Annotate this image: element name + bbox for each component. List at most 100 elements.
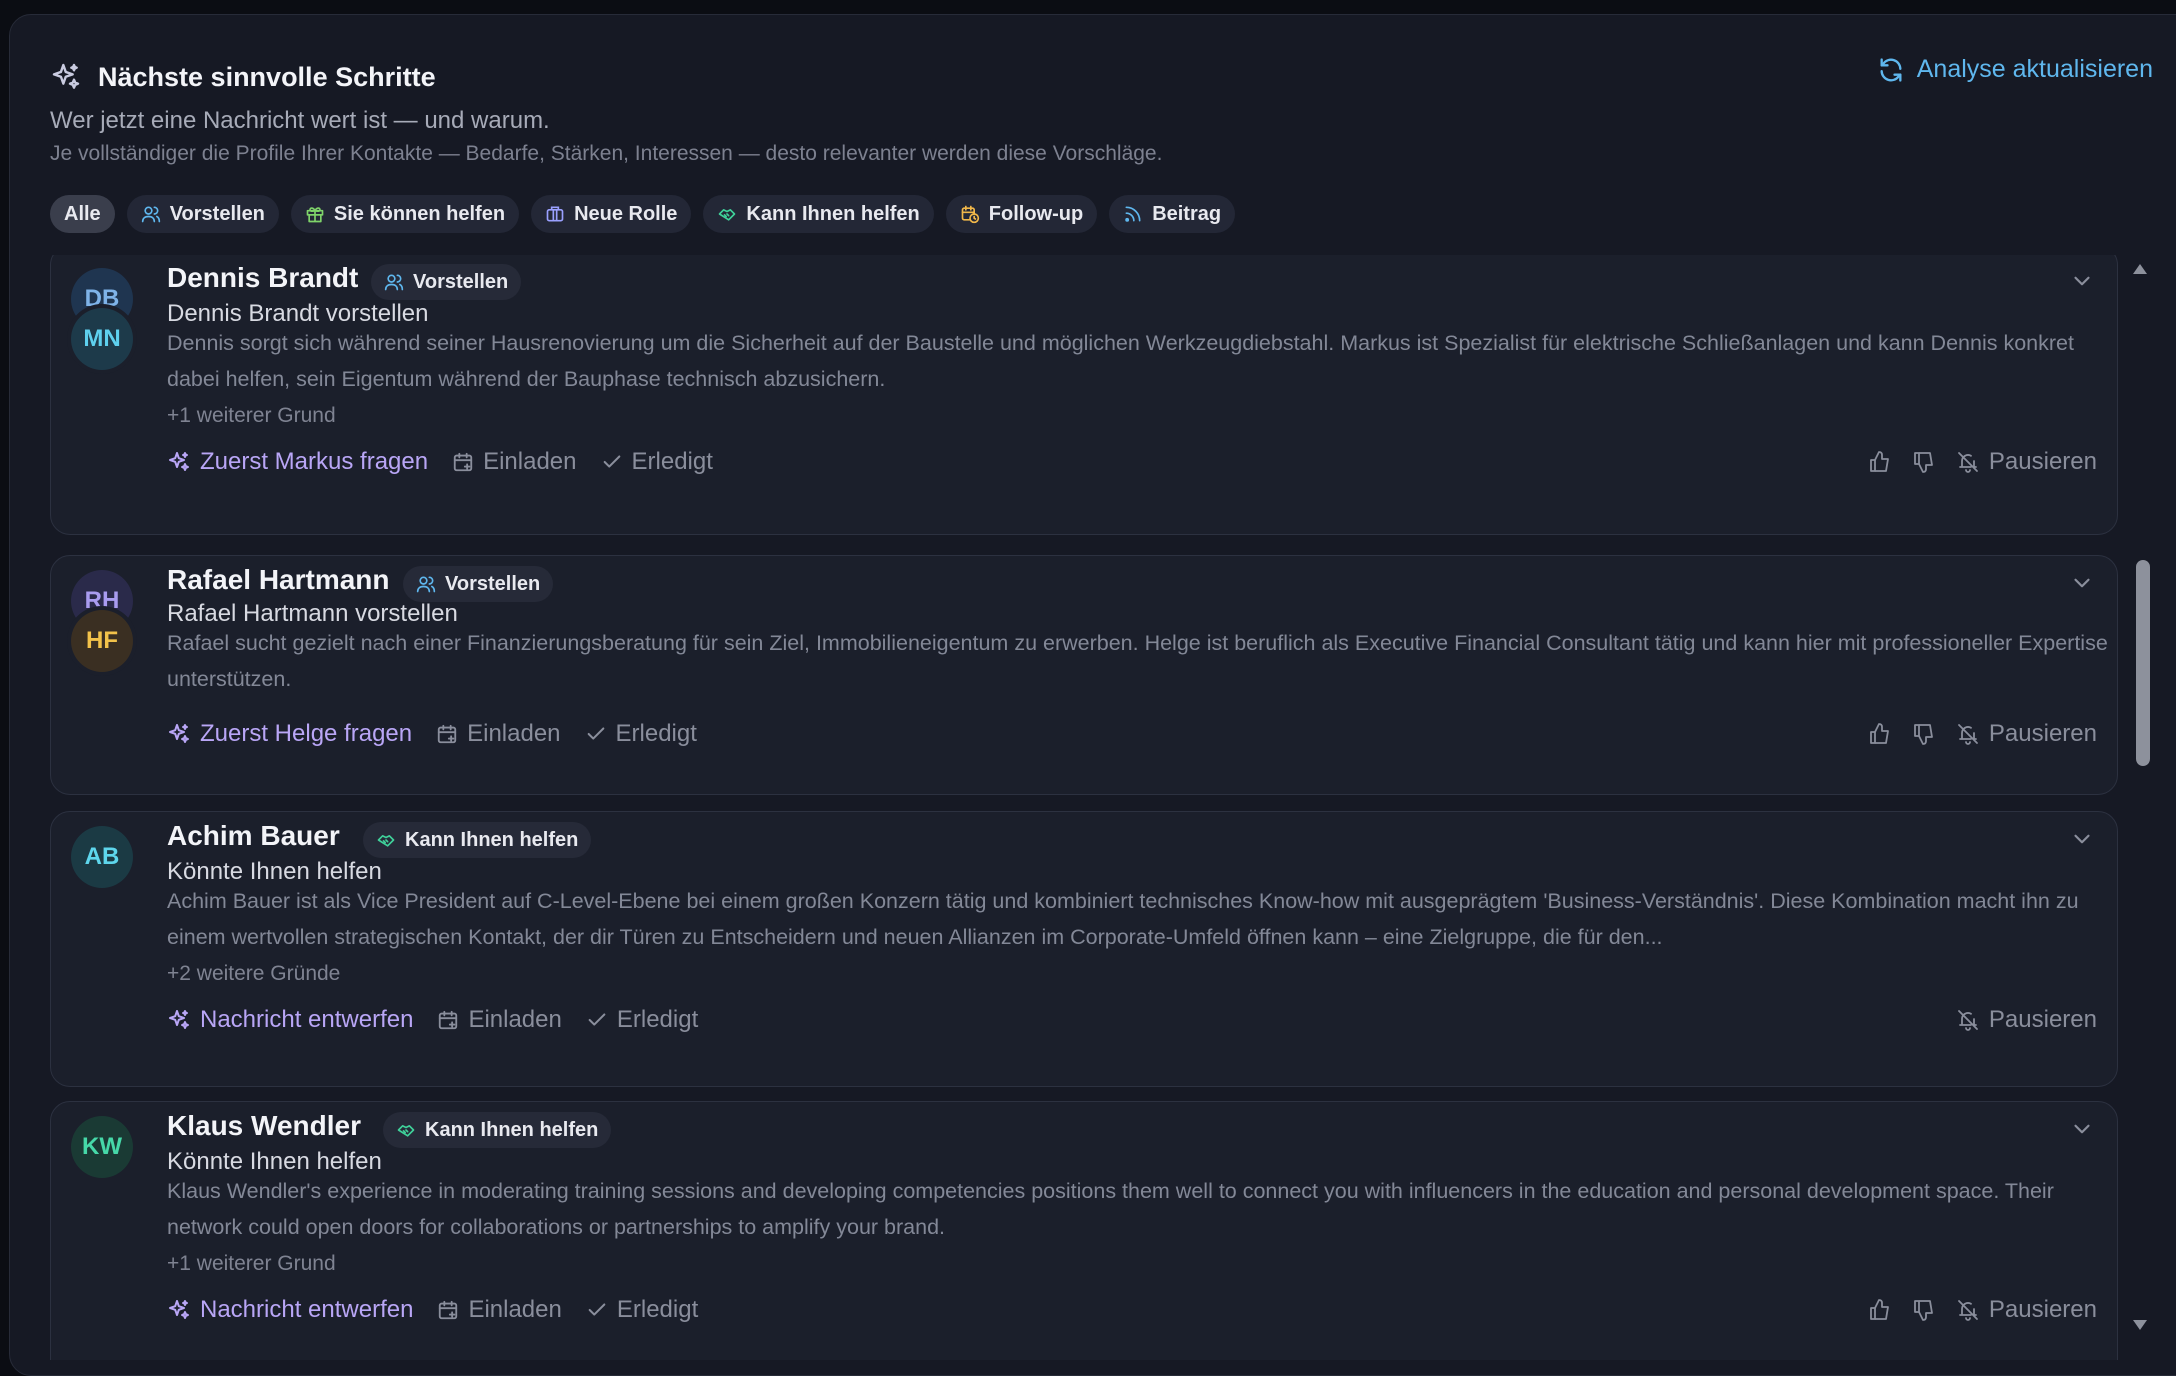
more-reasons-link[interactable]: +1 weiterer Grund bbox=[167, 404, 336, 428]
thumbs-up-icon[interactable] bbox=[1868, 450, 1892, 474]
sparkles-icon bbox=[167, 1008, 191, 1032]
suggestion-card[interactable]: DB MN Dennis Brandt Vorstellen Dennis Brandt… bbox=[50, 255, 2118, 535]
done-button[interactable]: Erledigt bbox=[586, 1296, 698, 1324]
refresh-icon bbox=[1877, 56, 1905, 84]
bell-off-icon bbox=[1956, 450, 1980, 474]
expand-chevron-icon[interactable] bbox=[2069, 268, 2095, 294]
suggestion-subtitle: Rafael Hartmann vorstellen bbox=[167, 600, 458, 627]
panel-subtitle: Wer jetzt eine Nachricht wert ist — und … bbox=[50, 107, 550, 134]
bell-off-icon bbox=[1956, 1298, 1980, 1322]
avatar-initials: MN bbox=[83, 325, 121, 352]
primary-action-label: Nachricht entwerfen bbox=[200, 1296, 414, 1323]
suggestion-card[interactable]: RH HF Rafael Hartmann Vorstellen Rafael Hart… bbox=[50, 555, 2118, 795]
primary-action-label: Zuerst Markus fragen bbox=[200, 448, 429, 475]
thumbs-down-icon[interactable] bbox=[1912, 722, 1936, 746]
more-reasons-link[interactable]: +1 weiterer Grund bbox=[167, 1252, 336, 1276]
filter-chip-vorstellen[interactable]: Vorstellen bbox=[126, 195, 279, 233]
suggestion-card[interactable]: AB Achim Bauer Kann Ihnen helfen Könnte Ihn… bbox=[50, 811, 2118, 1087]
done-button[interactable]: Erledigt bbox=[586, 1006, 698, 1034]
refresh-label: Analyse aktualisieren bbox=[1916, 55, 2153, 83]
calendar-plus-icon bbox=[437, 1009, 459, 1031]
avatar: KW bbox=[71, 1116, 133, 1178]
users-icon bbox=[141, 204, 161, 224]
invite-button[interactable]: Einladen bbox=[437, 1006, 562, 1034]
reason-tag-label: Vorstellen bbox=[413, 270, 509, 293]
thumbs-down-icon[interactable] bbox=[1912, 450, 1936, 474]
done-label: Erledigt bbox=[631, 448, 713, 475]
filter-chips: Alle Vorstellen Sie können helfen Neue Roll… bbox=[50, 195, 1236, 233]
pause-button[interactable]: Pausieren bbox=[1956, 720, 2097, 748]
bell-off-icon bbox=[1956, 722, 1980, 746]
filter-chip-label: Follow-up bbox=[988, 202, 1084, 225]
pause-button[interactable]: Pausieren bbox=[1956, 448, 2097, 476]
more-reasons-link[interactable]: +2 weitere Gründe bbox=[167, 962, 340, 986]
scrollbar-track[interactable] bbox=[2128, 252, 2150, 1342]
pause-button[interactable]: Pausieren bbox=[1956, 1296, 2097, 1324]
done-label: Erledigt bbox=[615, 720, 697, 747]
suggestion-subtitle: Könnte Ihnen helfen bbox=[167, 858, 382, 885]
expand-chevron-icon[interactable] bbox=[2069, 570, 2095, 596]
suggestion-description: Achim Bauer ist als Vice President auf C… bbox=[167, 889, 2079, 949]
scrollbar-thumb[interactable] bbox=[2136, 560, 2150, 766]
pause-label: Pausieren bbox=[1988, 448, 2097, 475]
contact-name: Achim Bauer bbox=[167, 820, 340, 851]
filter-chip-kann-ihnen-helfen[interactable]: Kann Ihnen helfen bbox=[703, 195, 934, 233]
avatar: MN bbox=[71, 308, 133, 370]
refresh-analysis-button[interactable]: Analyse aktualisieren bbox=[1877, 55, 2153, 84]
filter-chip-follow-up[interactable]: Follow-up bbox=[945, 195, 1098, 233]
primary-action-button[interactable]: Nachricht entwerfen bbox=[167, 1296, 413, 1324]
suggestion-description: Rafael sucht gezielt nach einer Finanzie… bbox=[167, 631, 2108, 691]
thumbs-up-icon[interactable] bbox=[1868, 1298, 1892, 1322]
avatar-initials: HF bbox=[86, 627, 118, 654]
users-icon bbox=[416, 574, 436, 594]
calendar-plus-icon bbox=[437, 1299, 459, 1321]
pause-label: Pausieren bbox=[1988, 1006, 2097, 1033]
check-icon bbox=[586, 1009, 608, 1031]
filter-chip-label: Vorstellen bbox=[169, 202, 265, 225]
panel-header: Nächste sinnvolle Schritte bbox=[50, 61, 436, 93]
done-button[interactable]: Erledigt bbox=[601, 448, 713, 476]
suggestion-card[interactable]: KW Klaus Wendler Kann Ihnen helfen Könnte I… bbox=[50, 1101, 2118, 1360]
filter-chip-neue-rolle[interactable]: Neue Rolle bbox=[531, 195, 692, 233]
next-steps-panel: Nächste sinnvolle Schritte Analyse aktua… bbox=[9, 14, 2176, 1376]
bell-off-icon bbox=[1956, 1008, 1980, 1032]
pause-label: Pausieren bbox=[1988, 720, 2097, 747]
panel-title: Nächste sinnvolle Schritte bbox=[98, 61, 436, 92]
card-actions: Zuerst Helge fragen Einladen Erledigt bbox=[167, 720, 697, 748]
users-icon bbox=[384, 272, 404, 292]
invite-button[interactable]: Einladen bbox=[437, 1296, 562, 1324]
pause-button[interactable]: Pausieren bbox=[1956, 1006, 2097, 1034]
card-actions: Nachricht entwerfen Einladen Erledigt bbox=[167, 1296, 698, 1324]
filter-chip-sie-können-helfen[interactable]: Sie können helfen bbox=[290, 195, 520, 233]
contact-name: Rafael Hartmann bbox=[167, 564, 390, 595]
primary-action-button[interactable]: Zuerst Markus fragen bbox=[167, 448, 428, 476]
avatar-initials: KW bbox=[82, 1133, 122, 1160]
invite-label: Einladen bbox=[468, 1006, 562, 1033]
filter-chip-alle[interactable]: Alle bbox=[50, 195, 115, 233]
sparkles-icon bbox=[167, 1298, 191, 1322]
invite-button[interactable]: Einladen bbox=[452, 448, 577, 476]
filter-chip-beitrag[interactable]: Beitrag bbox=[1109, 195, 1236, 233]
card-feedback: Pausieren bbox=[1956, 1006, 2097, 1034]
handshake-icon bbox=[376, 830, 396, 850]
suggestion-subtitle: Dennis Brandt vorstellen bbox=[167, 300, 429, 327]
done-button[interactable]: Erledigt bbox=[585, 720, 697, 748]
reason-tag: Kann Ihnen helfen bbox=[363, 822, 592, 858]
calendar-clock-icon bbox=[960, 204, 980, 224]
card-actions: Zuerst Markus fragen Einladen Erledigt bbox=[167, 448, 713, 476]
reason-tag: Kann Ihnen helfen bbox=[383, 1112, 612, 1148]
expand-chevron-icon[interactable] bbox=[2069, 1116, 2095, 1142]
thumbs-down-icon[interactable] bbox=[1912, 1298, 1936, 1322]
card-actions: Nachricht entwerfen Einladen Erledigt bbox=[167, 1006, 698, 1034]
calendar-plus-icon bbox=[436, 723, 458, 745]
thumbs-up-icon[interactable] bbox=[1868, 722, 1892, 746]
primary-action-button[interactable]: Nachricht entwerfen bbox=[167, 1006, 413, 1034]
gift-icon bbox=[305, 204, 325, 224]
check-icon bbox=[601, 451, 623, 473]
contact-name: Klaus Wendler bbox=[167, 1110, 361, 1141]
suggestion-list[interactable]: DB MN Dennis Brandt Vorstellen Dennis Brandt… bbox=[50, 255, 2120, 1360]
avatar: HF bbox=[71, 610, 133, 672]
expand-chevron-icon[interactable] bbox=[2069, 826, 2095, 852]
primary-action-button[interactable]: Zuerst Helge fragen bbox=[167, 720, 412, 748]
invite-button[interactable]: Einladen bbox=[436, 720, 561, 748]
